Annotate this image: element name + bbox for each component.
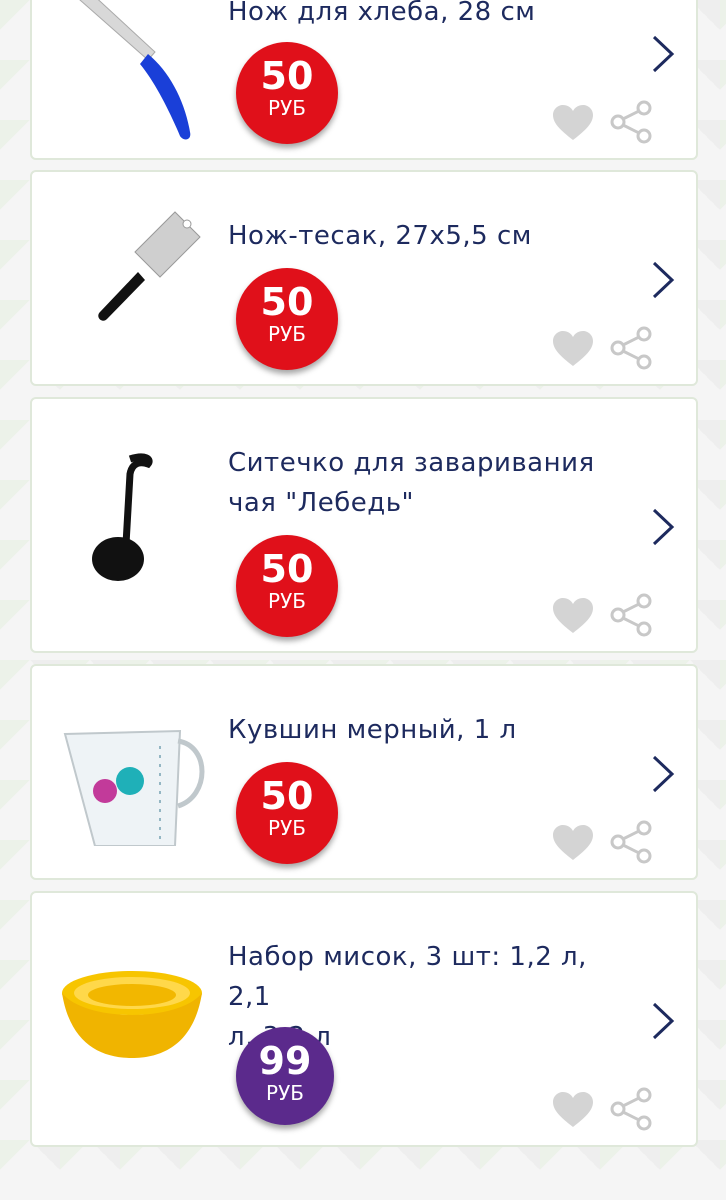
product-title: Нож-тесак, 27х5,5 см bbox=[228, 221, 532, 251]
price-value: 50 bbox=[260, 774, 314, 818]
price-badge: 99 РУБ bbox=[236, 1027, 334, 1125]
price-value: 50 bbox=[260, 280, 314, 324]
share-icon[interactable] bbox=[610, 1087, 654, 1131]
product-title: Ситечко для заваривания чая "Лебедь" bbox=[228, 443, 628, 523]
product-card[interactable]: Нож-тесак, 27х5,5 см 50 РУБ bbox=[30, 170, 698, 386]
product-card[interactable]: Ситечко для заваривания чая "Лебедь" 50 … bbox=[30, 397, 698, 653]
price-value: 50 bbox=[260, 54, 314, 98]
price-value: 50 bbox=[260, 547, 314, 591]
product-title: Кувшин мерный, 1 л bbox=[228, 715, 517, 745]
price-badge: 50 РУБ bbox=[236, 762, 338, 864]
price-value: 99 bbox=[258, 1039, 312, 1083]
product-card[interactable]: Кувшин мерный, 1 л 50 РУБ bbox=[30, 664, 698, 880]
product-title: Нож для хлеба, 28 см bbox=[228, 0, 536, 27]
price-badge: 50 РУБ bbox=[236, 42, 338, 144]
heart-icon[interactable] bbox=[552, 104, 594, 142]
chevron-right-icon[interactable] bbox=[650, 34, 676, 74]
bread-knife-image bbox=[79, 0, 191, 140]
bowl-set-image bbox=[62, 971, 202, 1058]
share-icon[interactable] bbox=[610, 593, 654, 637]
chevron-right-icon[interactable] bbox=[650, 754, 676, 794]
price-currency: РУБ bbox=[268, 96, 306, 120]
price-currency: РУБ bbox=[268, 322, 306, 346]
share-icon[interactable] bbox=[610, 326, 654, 370]
heart-icon[interactable] bbox=[552, 597, 594, 635]
product-title-line: чая "Лебедь" bbox=[228, 488, 414, 518]
share-icon[interactable] bbox=[610, 100, 654, 144]
product-title-line: Набор мисок, 3 шт: 1,2 л, 2,1 bbox=[228, 942, 587, 1012]
product-title-line: Ситечко для заваривания bbox=[228, 448, 595, 478]
heart-icon[interactable] bbox=[552, 824, 594, 862]
price-currency: РУБ bbox=[268, 816, 306, 840]
product-card[interactable]: Набор мисок, 3 шт: 1,2 л, 2,1 л, 3,2 л 9… bbox=[30, 891, 698, 1147]
price-currency: РУБ bbox=[266, 1081, 304, 1105]
share-icon[interactable] bbox=[610, 820, 654, 864]
cleaver-knife-image bbox=[98, 211, 201, 321]
measuring-jug-image bbox=[63, 729, 205, 846]
heart-icon[interactable] bbox=[552, 1091, 594, 1129]
product-card[interactable]: Нож для хлеба, 28 см 50 РУБ bbox=[30, 0, 698, 160]
heart-icon[interactable] bbox=[552, 330, 594, 368]
price-currency: РУБ bbox=[268, 589, 306, 613]
price-badge: 50 РУБ bbox=[236, 535, 338, 637]
chevron-right-icon[interactable] bbox=[650, 507, 676, 547]
swan-tea-strainer-image bbox=[92, 453, 153, 581]
chevron-right-icon[interactable] bbox=[650, 260, 676, 300]
chevron-right-icon[interactable] bbox=[650, 1001, 676, 1041]
price-badge: 50 РУБ bbox=[236, 268, 338, 370]
